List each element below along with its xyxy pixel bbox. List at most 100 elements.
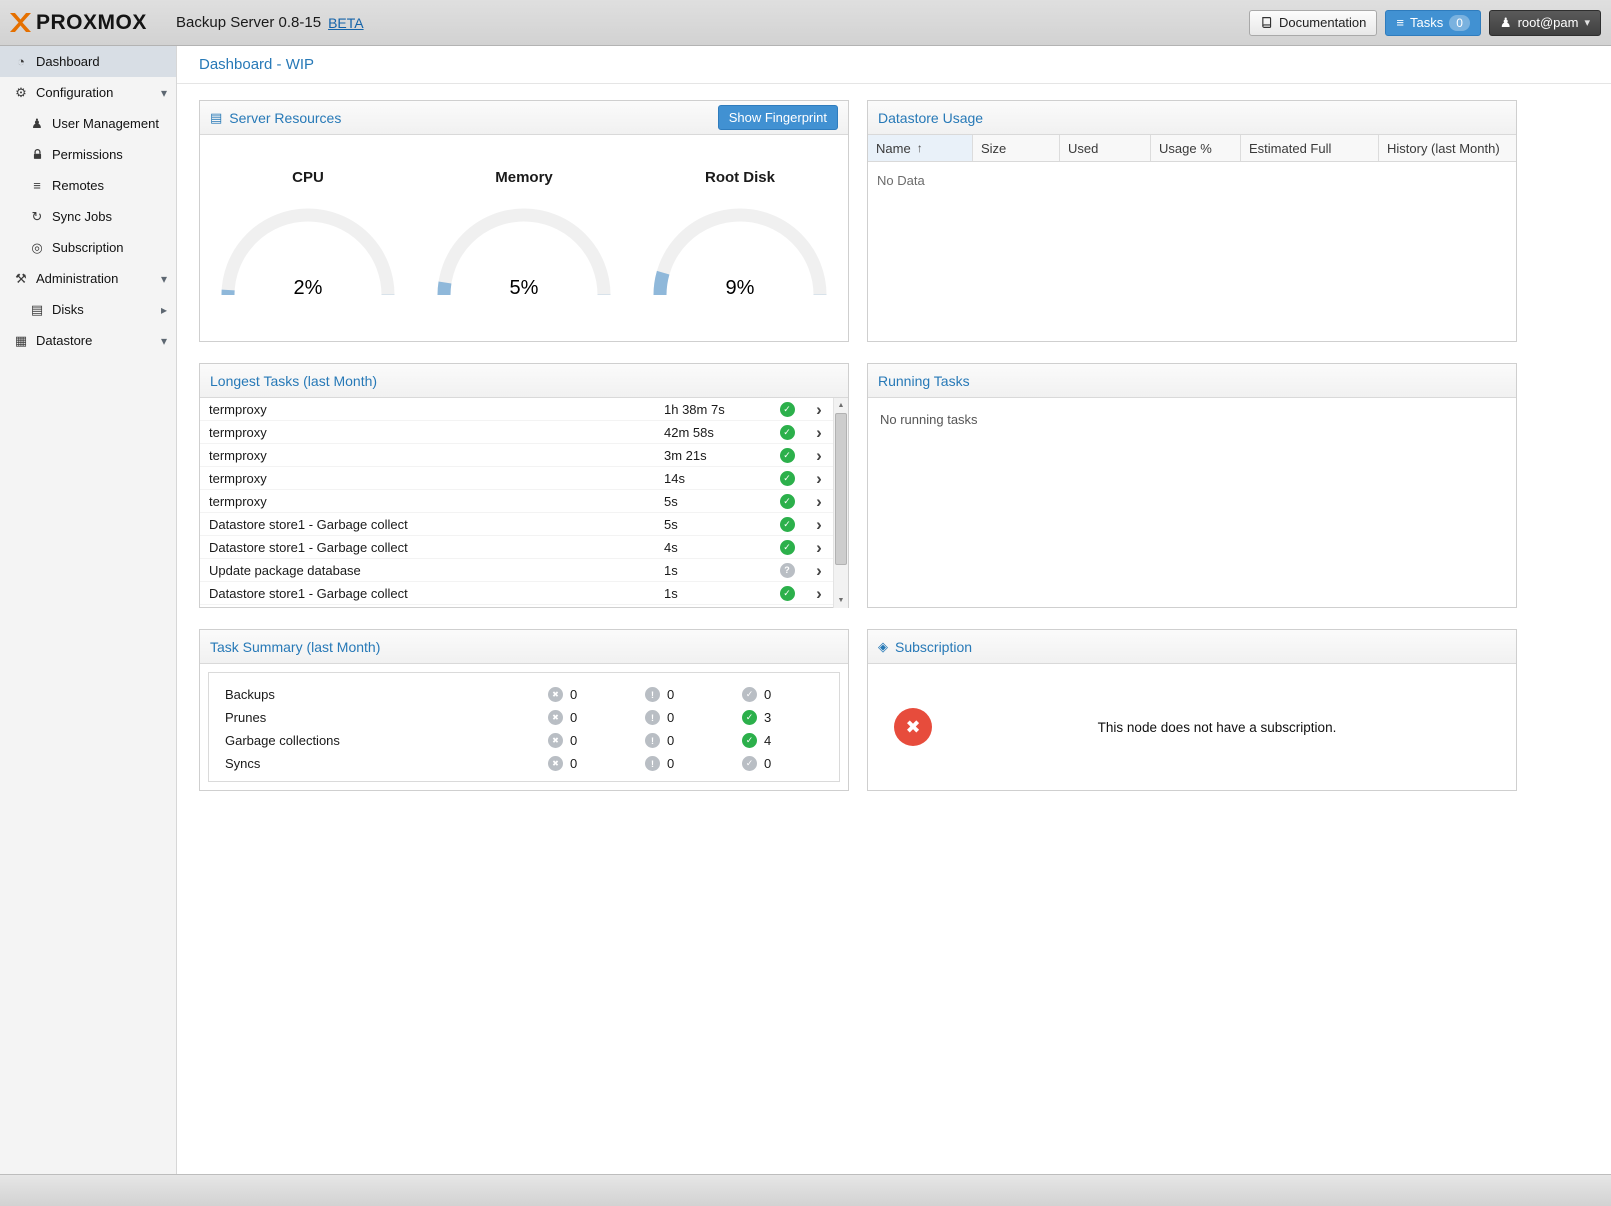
column-header-size[interactable]: Size: [973, 135, 1060, 161]
scroll-up-icon[interactable]: ▲: [834, 398, 848, 413]
chevron-right-icon[interactable]: ›: [805, 470, 833, 487]
ok-icon: [742, 710, 757, 725]
column-header-usage-percent[interactable]: Usage %: [1151, 135, 1241, 161]
disks-icon: ▤: [28, 302, 46, 318]
caret-down-icon[interactable]: ▾: [161, 334, 170, 348]
sidebar-item-remotes[interactable]: ≡ Remotes: [0, 170, 176, 201]
subscription-body: ✖ This node does not have a subscription…: [868, 664, 1516, 790]
chart-icon: ▤: [210, 110, 222, 126]
task-row[interactable]: termproxy 3m 21s ›: [200, 444, 833, 467]
chevron-right-icon[interactable]: ›: [805, 516, 833, 533]
server-resources-panel: ▤ Server Resources Show Fingerprint CPU: [199, 100, 849, 342]
show-fingerprint-button[interactable]: Show Fingerprint: [718, 105, 838, 130]
task-status-icon: [780, 448, 795, 463]
server-resources-header: ▤ Server Resources Show Fingerprint: [200, 101, 848, 135]
scroll-down-icon[interactable]: ▼: [834, 593, 848, 608]
warning-icon: [645, 733, 660, 748]
task-row[interactable]: Datastore store1 - Garbage collect 4s ›: [200, 536, 833, 559]
error-icon: [548, 733, 563, 748]
beta-link[interactable]: BETA: [328, 15, 364, 31]
sidebar-item-user-management[interactable]: ♟ User Management: [0, 108, 176, 139]
task-row[interactable]: Datastore store1 - Garbage collect 5s ›: [200, 513, 833, 536]
root-disk-gauge: Root Disk 9%: [632, 169, 848, 302]
proxmox-backup-server-app: PROXMOX Backup Server 0.8-15 BETA Docume…: [0, 0, 1611, 1206]
caret-down-icon[interactable]: ▾: [161, 86, 170, 100]
datastore-icon: ▦: [12, 333, 30, 349]
sidebar-item-label: Datastore: [36, 333, 92, 348]
support-icon: ◎: [28, 240, 46, 256]
ok-icon: [742, 733, 757, 748]
memory-gauge: Memory 5%: [416, 169, 632, 302]
chevron-right-icon[interactable]: ›: [805, 401, 833, 418]
task-status-icon: [780, 402, 795, 417]
chevron-right-icon[interactable]: ›: [805, 447, 833, 464]
proxmox-logo[interactable]: PROXMOX: [8, 11, 176, 35]
task-row[interactable]: termproxy 42m 58s ›: [200, 421, 833, 444]
subscription-message: This node does not have a subscription.: [932, 720, 1502, 735]
user-icon: ♟: [28, 116, 46, 132]
summary-label: Garbage collections: [225, 733, 548, 748]
task-status-icon: [780, 563, 795, 578]
dashboard-grid: ▤ Server Resources Show Fingerprint CPU: [177, 84, 1611, 791]
summary-row-syncs: Syncs 0 0 0: [209, 752, 839, 775]
page-title: Dashboard - WIP: [199, 56, 314, 73]
documentation-label: Documentation: [1279, 15, 1366, 30]
sidebar-item-administration[interactable]: ⚒ Administration ▾: [0, 263, 176, 294]
subscription-panel: ◈ Subscription ✖ This node does not have…: [867, 629, 1517, 791]
sidebar-item-label: Administration: [36, 271, 118, 286]
caret-right-icon[interactable]: ▸: [161, 303, 170, 317]
column-header-used[interactable]: Used: [1060, 135, 1151, 161]
proxmox-logo-text: PROXMOX: [36, 11, 147, 35]
sidebar-item-dashboard[interactable]: ◔ Dashboard: [0, 46, 176, 77]
no-data-text: No Data: [868, 162, 1516, 199]
task-row[interactable]: Datastore store1 - Garbage collect 1s ›: [200, 582, 833, 605]
documentation-button[interactable]: Documentation: [1249, 10, 1377, 36]
gauge-icon: ◔: [12, 54, 30, 69]
chevron-right-icon[interactable]: ›: [805, 562, 833, 579]
error-count: 0: [570, 756, 577, 771]
column-header-estimated-full[interactable]: Estimated Full: [1241, 135, 1379, 161]
task-row[interactable]: termproxy 14s ›: [200, 467, 833, 490]
task-row[interactable]: termproxy 1h 38m 7s ›: [200, 398, 833, 421]
error-count: 0: [570, 710, 577, 725]
sidebar: ◔ Dashboard ⚙ Configuration ▾ ♟ User Man…: [0, 46, 177, 1174]
chevron-right-icon[interactable]: ›: [805, 539, 833, 556]
column-header-history[interactable]: History (last Month): [1379, 135, 1516, 161]
ok-count: 3: [764, 710, 771, 725]
chevron-right-icon[interactable]: ›: [805, 585, 833, 602]
summary-row-backups: Backups 0 0 0: [209, 683, 839, 706]
task-status-icon: [780, 471, 795, 486]
tasks-label: Tasks: [1410, 15, 1443, 30]
sidebar-item-disks[interactable]: ▤ Disks ▸: [0, 294, 176, 325]
caret-down-icon: ▾: [1584, 16, 1590, 29]
ok-count: 4: [764, 733, 771, 748]
error-icon: [548, 756, 563, 771]
page-titlebar: Dashboard - WIP: [177, 46, 1611, 84]
panel-title: Task Summary (last Month): [210, 639, 380, 655]
task-row[interactable]: termproxy 5s ›: [200, 490, 833, 513]
caret-down-icon[interactable]: ▾: [161, 272, 170, 286]
gauge-value: 5%: [429, 277, 619, 300]
chevron-right-icon[interactable]: ›: [805, 424, 833, 441]
book-icon: [1260, 16, 1273, 29]
warning-count: 0: [667, 756, 674, 771]
user-menu-button[interactable]: ♟ root@pam ▾: [1489, 10, 1601, 36]
ok-count: 0: [764, 756, 771, 771]
tasks-button[interactable]: ≡ Tasks 0: [1385, 10, 1481, 36]
scrollbar-thumb[interactable]: [835, 413, 847, 565]
task-row[interactable]: Update package database 1s ›: [200, 559, 833, 582]
running-tasks-panel: Running Tasks No running tasks: [867, 363, 1517, 608]
sidebar-item-permissions[interactable]: Permissions: [0, 139, 176, 170]
sidebar-item-configuration[interactable]: ⚙ Configuration ▾: [0, 77, 176, 108]
no-running-tasks-text: No running tasks: [868, 398, 1516, 441]
column-header-name[interactable]: Name ↑: [868, 135, 973, 161]
sidebar-item-subscription[interactable]: ◎ Subscription: [0, 232, 176, 263]
main-content: Dashboard - WIP ▤ Server Resources Show …: [177, 46, 1611, 1174]
sidebar-item-datastore[interactable]: ▦ Datastore ▾: [0, 325, 176, 356]
chevron-right-icon[interactable]: ›: [805, 493, 833, 510]
task-summary-table: Backups 0 0 0 Prunes 0 0 3 Garbage c: [208, 672, 840, 782]
vertical-scrollbar[interactable]: ▲ ▼: [833, 398, 848, 608]
sidebar-item-sync-jobs[interactable]: ↻ Sync Jobs: [0, 201, 176, 232]
ok-icon: [742, 756, 757, 771]
wrench-icon: ⚒: [12, 271, 30, 287]
